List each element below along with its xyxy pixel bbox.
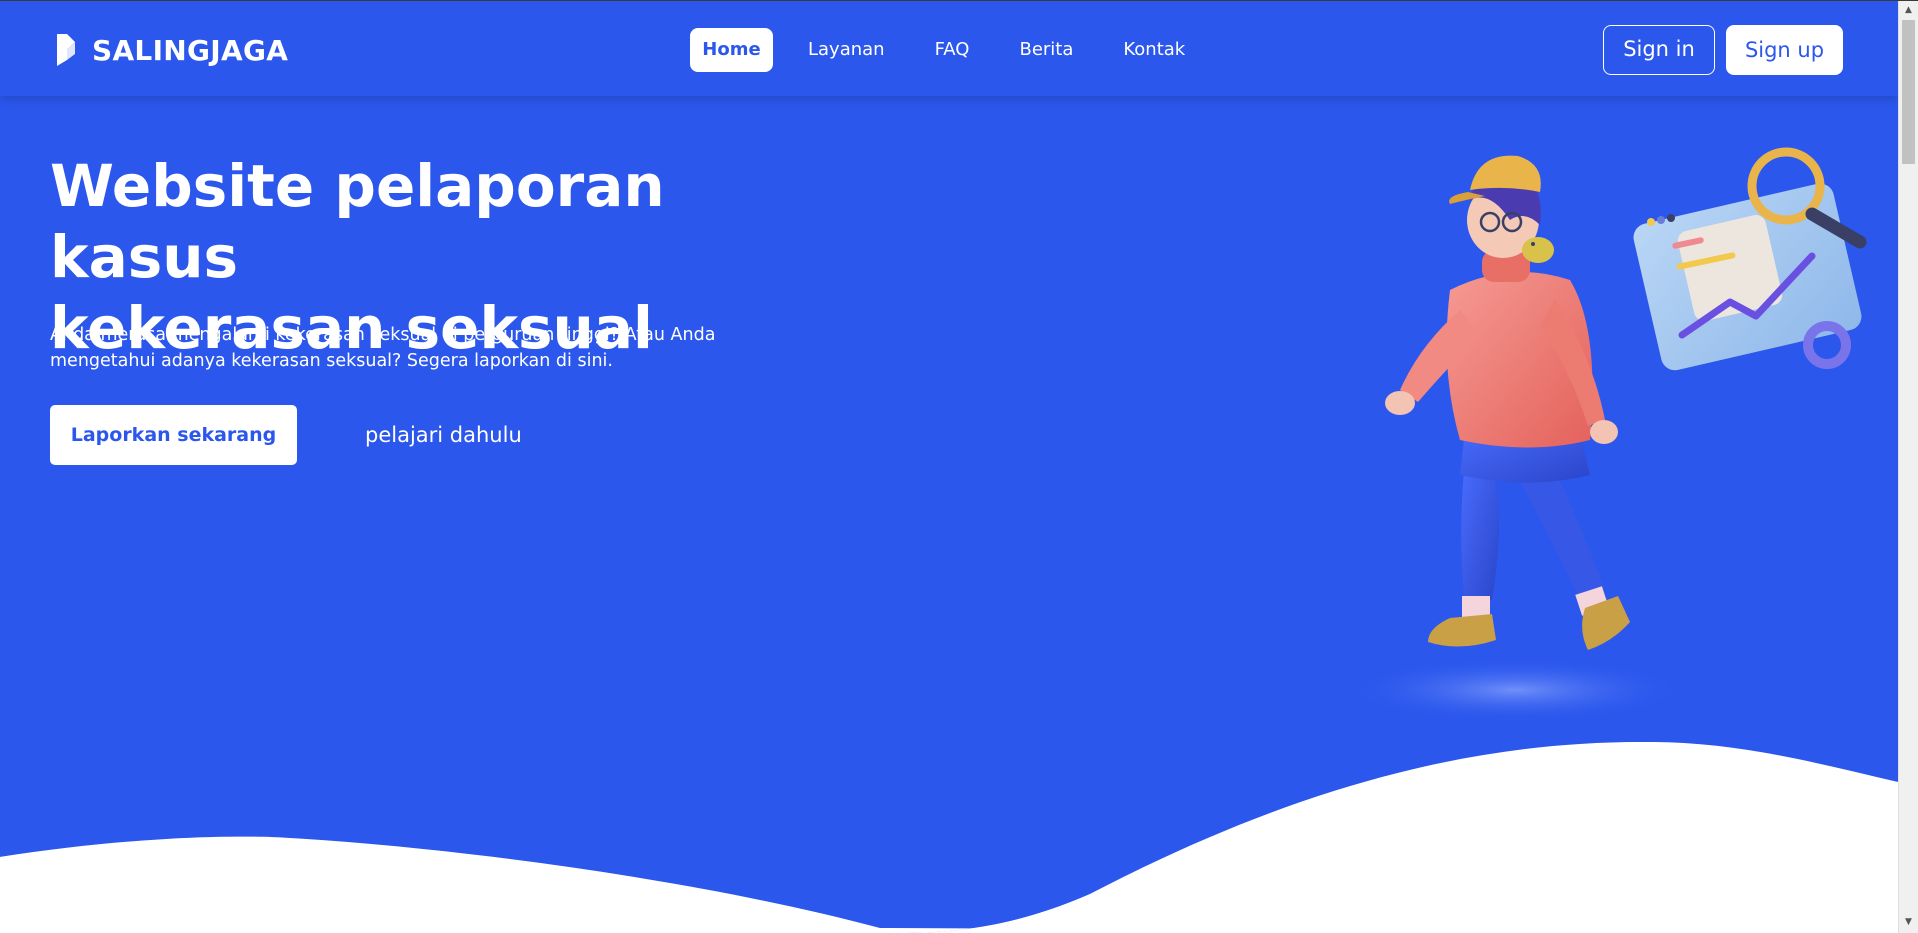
sign-up-button[interactable]: Sign up [1726, 25, 1843, 75]
chevron-down-icon[interactable]: ▼ [1899, 914, 1918, 931]
logo-icon [57, 34, 75, 66]
auth-buttons: Sign in Sign up [1603, 25, 1843, 75]
nav-kontak[interactable]: Kontak [1123, 28, 1185, 72]
scrollbar-thumb[interactable] [1902, 20, 1915, 164]
nav-layanan[interactable]: Layanan [808, 28, 885, 72]
hero-title-line-1: Website pelaporan kasus [50, 152, 665, 291]
analytics-card-graphic [1633, 183, 1862, 371]
nav-faq[interactable]: FAQ [935, 28, 970, 72]
main-nav: Home Layanan FAQ Berita Kontak [690, 28, 1185, 72]
window-top-border [0, 0, 1918, 1]
browser-viewport: SALINGJAGA Home Layanan FAQ Berita Konta… [0, 0, 1918, 933]
report-now-button[interactable]: Laporkan sekarang [50, 405, 297, 465]
brand-name: SALINGJAGA [92, 33, 289, 67]
hero-illustration [1345, 147, 1867, 722]
landing-page: SALINGJAGA Home Layanan FAQ Berita Konta… [0, 0, 1898, 933]
vertical-scrollbar[interactable]: ▲ ▼ [1898, 0, 1918, 933]
learn-first-link[interactable]: pelajari dahulu [365, 405, 522, 465]
nav-home[interactable]: Home [690, 28, 773, 72]
hero-description: Anda merasa mengalami kekerasan seksual … [50, 325, 716, 371]
chevron-up-icon[interactable]: ▲ [1899, 2, 1918, 19]
sign-in-button[interactable]: Sign in [1603, 25, 1715, 75]
walking-person-illustration [1385, 155, 1630, 650]
navbar: SALINGJAGA Home Layanan FAQ Berita Konta… [0, 1, 1898, 96]
nav-berita[interactable]: Berita [1019, 28, 1073, 72]
brand-logo[interactable]: SALINGJAGA [54, 32, 288, 68]
hero-wave-divider [0, 742, 1898, 933]
